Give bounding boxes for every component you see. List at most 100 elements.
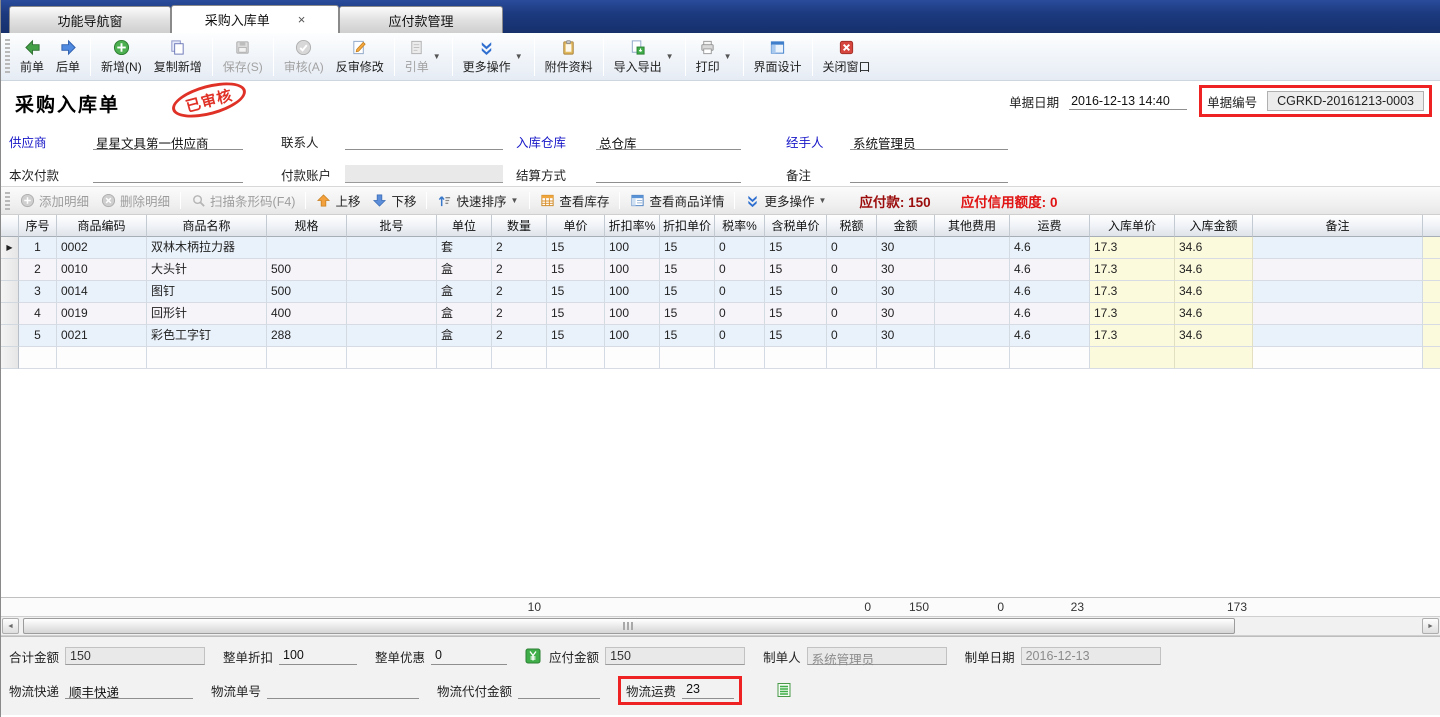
close-window-button[interactable]: 关闭窗口 [817, 35, 877, 78]
grid-cell[interactable] [935, 281, 1010, 303]
order-discount-input[interactable]: 100 [279, 647, 357, 665]
grid-cell[interactable] [267, 237, 347, 259]
table-row[interactable]: 30014图钉500盒215100150150304.617.334.6 [1, 281, 1440, 303]
grid-cell[interactable]: 2 [19, 259, 57, 281]
grid-cell[interactable] [935, 303, 1010, 325]
row-indicator[interactable]: ▶ [1, 237, 19, 259]
logistics-courier-input[interactable]: 顺丰快递 [65, 681, 193, 699]
grid-cell[interactable]: 双林木柄拉力器 [147, 237, 267, 259]
grid-cell[interactable]: 15 [660, 325, 715, 347]
grid-cell[interactable]: 17.3 [1090, 325, 1175, 347]
grid-cell[interactable]: 34.6 [1175, 303, 1253, 325]
logistics-freight-input[interactable]: 23 [682, 681, 734, 699]
more-ops-detail-button[interactable]: 更多操作▼ [739, 190, 833, 212]
grid-cell[interactable]: 彩色工字钉 [147, 325, 267, 347]
grid-cell[interactable]: 盒 [437, 281, 492, 303]
grid-cell[interactable]: 盒 [437, 325, 492, 347]
grid-cell[interactable]: 15 [765, 259, 827, 281]
grid-cell[interactable] [1423, 259, 1440, 281]
grid-cell[interactable]: 0 [715, 259, 765, 281]
grid-cell[interactable]: 17.3 [1090, 281, 1175, 303]
grid-cell[interactable]: 500 [267, 259, 347, 281]
toolbar-grip[interactable] [5, 39, 10, 75]
column-header[interactable]: 单价 [547, 215, 605, 237]
grid-cell[interactable]: 0021 [57, 325, 147, 347]
grid-cell[interactable]: 15 [660, 237, 715, 259]
logistics-agent-amount-input[interactable] [518, 681, 600, 699]
dropdown-caret-icon[interactable]: ▼ [511, 196, 519, 205]
delete-detail-button[interactable]: 删除明细 [95, 190, 176, 212]
make-date-input[interactable]: 2016-12-13 [1021, 647, 1161, 665]
grid-cell[interactable] [1423, 237, 1440, 259]
attachments-button[interactable]: 附件资料 [539, 35, 599, 78]
grid-cell[interactable]: 0 [827, 237, 877, 259]
logistics-no-input[interactable] [267, 681, 419, 699]
grid-cell[interactable]: 盒 [437, 303, 492, 325]
scroll-left-button[interactable]: ◄ [2, 618, 19, 634]
table-row[interactable]: 40019回形针400盒215100150150304.617.334.6 [1, 303, 1440, 325]
grid-cell[interactable] [57, 347, 147, 369]
doc-date-field[interactable]: 2016-12-13 14:40 [1069, 92, 1187, 110]
grid-cell[interactable] [1253, 303, 1423, 325]
column-header[interactable]: 含税单价 [765, 215, 827, 237]
grid-cell[interactable]: 0 [827, 303, 877, 325]
table-row[interactable]: ▶10002双林木柄拉力器套215100150150304.617.334.6 [1, 237, 1440, 259]
grid-cell[interactable] [935, 347, 1010, 369]
grid-cell[interactable] [19, 347, 57, 369]
grid-cell[interactable]: 30 [877, 325, 935, 347]
grid-cell[interactable]: 2 [492, 237, 547, 259]
grid-cell[interactable]: 1 [19, 237, 57, 259]
grid-cell[interactable]: 2 [492, 259, 547, 281]
grid-cell[interactable] [347, 259, 437, 281]
grid-cell[interactable]: 15 [660, 281, 715, 303]
column-header[interactable]: 商品名称 [147, 215, 267, 237]
grid-cell[interactable]: 100 [605, 237, 660, 259]
print-button[interactable]: 打印▼ [690, 35, 739, 78]
grid-cell[interactable] [147, 347, 267, 369]
import-export-button[interactable]: 导入导出▼ [608, 35, 681, 78]
column-header[interactable]: 规格 [267, 215, 347, 237]
grid-cell[interactable]: 4.6 [1010, 259, 1090, 281]
grid-cell[interactable] [935, 237, 1010, 259]
grid-cell[interactable]: 4.6 [1010, 237, 1090, 259]
total-amount-input[interactable]: 150 [65, 647, 205, 665]
grid-cell[interactable]: 4 [19, 303, 57, 325]
grid-cell[interactable]: 17.3 [1090, 237, 1175, 259]
grid-cell[interactable] [347, 325, 437, 347]
grid-cell[interactable]: 17.3 [1090, 303, 1175, 325]
grid-cell[interactable]: 2 [492, 281, 547, 303]
grid-cell[interactable]: 回形针 [147, 303, 267, 325]
column-header[interactable]: 单位 [437, 215, 492, 237]
grid-cell[interactable]: 15 [547, 303, 605, 325]
grid-cell[interactable]: 2 [492, 303, 547, 325]
row-indicator[interactable] [1, 325, 19, 347]
scroll-right-button[interactable]: ► [1422, 618, 1439, 634]
grid-cell[interactable] [1253, 347, 1423, 369]
supplier-input[interactable]: 星星文具第一供应商 [93, 132, 243, 150]
grid-cell[interactable]: 15 [765, 325, 827, 347]
order-reduction-input[interactable]: 0 [431, 647, 507, 665]
scrollbar-thumb[interactable] [23, 618, 1235, 634]
grid-cell[interactable] [715, 347, 765, 369]
grid-cell[interactable]: 15 [765, 237, 827, 259]
column-header[interactable]: 折扣单价 [660, 215, 715, 237]
view-stock-button[interactable]: 查看库存 [534, 190, 615, 212]
yuan-button-button[interactable] [525, 648, 541, 664]
settlement-input[interactable] [596, 165, 741, 183]
new-button[interactable]: 新增(N) [95, 35, 148, 78]
column-header[interactable]: 数量 [492, 215, 547, 237]
grid-cell[interactable]: 5 [19, 325, 57, 347]
grid-cell[interactable]: 0 [715, 303, 765, 325]
grid-cell[interactable] [547, 347, 605, 369]
grid-cell[interactable]: 15 [547, 325, 605, 347]
table-row[interactable]: 50021彩色工字钉288盒215100150150304.617.334.6 [1, 325, 1440, 347]
payment-input[interactable] [93, 165, 243, 183]
column-header[interactable]: 税额 [827, 215, 877, 237]
move-up-button[interactable]: 上移 [310, 190, 366, 212]
grid-cell[interactable]: 100 [605, 325, 660, 347]
grid-cell[interactable] [347, 281, 437, 303]
payable-amount-input[interactable]: 150 [605, 647, 745, 665]
grid-cell[interactable]: 0 [827, 259, 877, 281]
pull-order-button[interactable]: 引单▼ [399, 35, 448, 78]
grid-cell[interactable]: 30 [877, 303, 935, 325]
